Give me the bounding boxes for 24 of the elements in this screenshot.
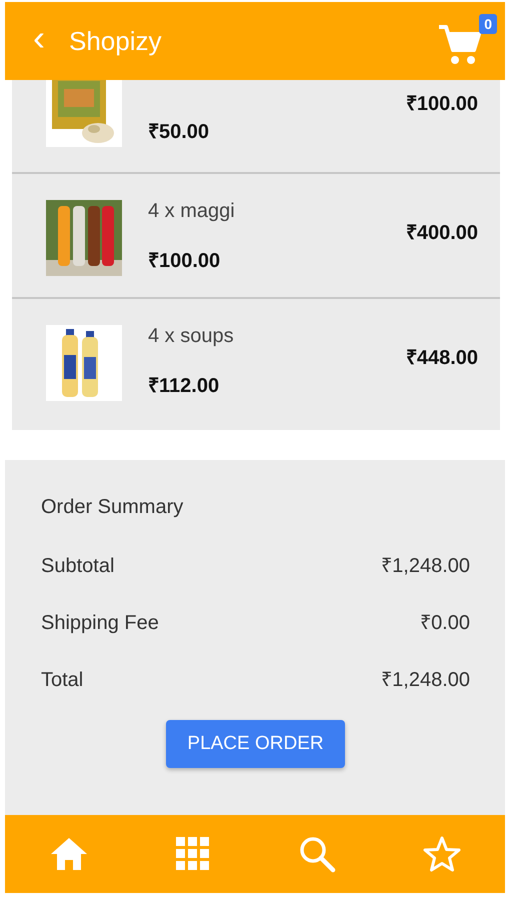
summary-value: ₹1,248.00 [381, 554, 470, 578]
cart-count-badge: 0 [479, 14, 497, 34]
item-total: ₹100.00 [406, 92, 478, 116]
summary-value: ₹1,248.00 [381, 668, 470, 692]
item-name: 4 x maggi [148, 200, 236, 224]
summary-label: Subtotal [41, 555, 114, 578]
summary-value: ₹0.00 [420, 611, 470, 635]
cart-icon[interactable] [437, 24, 481, 66]
place-order-button[interactable]: PLACE ORDER [166, 720, 345, 768]
app-title: Shopizy [69, 26, 162, 56]
summary-label: Total [41, 669, 84, 692]
item-name: 4 x soups [148, 325, 235, 349]
summary-title: Order Summary [41, 496, 184, 519]
home-icon[interactable] [48, 836, 89, 872]
unit-price: ₹112.00 [148, 374, 220, 398]
unit-price: ₹100.00 [148, 249, 222, 273]
unit-price: ₹50.00 [148, 120, 210, 144]
summary-label: Shipping Fee [41, 612, 159, 635]
grid-icon[interactable] [176, 837, 210, 871]
star-icon[interactable] [423, 836, 462, 872]
search-icon[interactable] [298, 835, 336, 873]
back-button[interactable]: ‹ [19, 20, 59, 56]
item-total: ₹448.00 [406, 346, 478, 370]
item-total: ₹400.00 [406, 221, 478, 245]
